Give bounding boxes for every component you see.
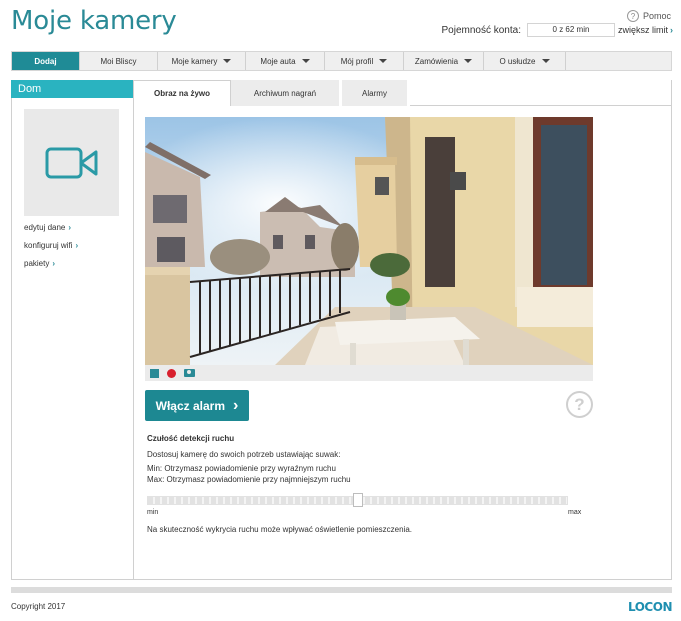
chevron-right-icon: › xyxy=(233,396,239,414)
nav-label: Dodaj xyxy=(34,56,57,66)
link-label: pakiety xyxy=(24,259,50,268)
footer-divider xyxy=(11,587,672,593)
alarm-button-label: Włącz alarm xyxy=(155,398,226,413)
tab-label: Alarmy xyxy=(362,88,387,98)
configure-wifi-link[interactable]: konfiguruj wifi › xyxy=(24,241,78,250)
question-icon[interactable]: ? xyxy=(566,391,593,418)
nav-item-moi-bliscy[interactable]: Moi Bliscy xyxy=(80,52,158,70)
nav-label: Moje kamery xyxy=(171,56,218,66)
nav-label: Mój profil xyxy=(340,56,374,66)
sensitivity-title: Czułość detekcji ruchu xyxy=(147,434,235,443)
nav-item-dodaj[interactable]: Dodaj xyxy=(12,52,80,70)
stop-icon[interactable] xyxy=(150,368,159,378)
slider-max-label: max xyxy=(568,509,582,516)
nav-item-o-usludze[interactable]: O usłudze xyxy=(484,52,566,70)
sidebar-title: Dom xyxy=(11,80,133,98)
video-camera-icon xyxy=(45,147,97,178)
camera-thumbnail[interactable] xyxy=(24,109,119,216)
caret-down-icon xyxy=(379,59,388,63)
slider-min-label: min xyxy=(147,509,159,516)
caret-down-icon xyxy=(301,59,310,63)
page-title: Moje kamery xyxy=(11,6,177,36)
increase-limit-label: zwiększ limit xyxy=(617,25,668,35)
sensitivity-max-text: Max: Otrzymasz powiadomienie przy najmni… xyxy=(147,475,351,484)
record-icon[interactable] xyxy=(167,368,176,378)
sensitivity-min-text: Min: Otrzymasz powiadomienie przy wyraźn… xyxy=(147,464,336,473)
nav-label: O usłudze xyxy=(499,56,536,66)
tab-label: Archiwum nagrań xyxy=(253,88,317,98)
nav-item-zamowienia[interactable]: Zamówienia xyxy=(404,52,484,70)
link-label: edytuj dane xyxy=(24,223,66,232)
help-label: Pomoc xyxy=(642,11,671,21)
quota-value: 0 z 62 min xyxy=(526,23,615,37)
caret-down-icon xyxy=(223,59,232,63)
help-link[interactable]: ? Pomoc xyxy=(626,10,671,22)
chevron-right-icon: › xyxy=(68,223,72,232)
sensitivity-slider-thumb[interactable] xyxy=(352,493,363,507)
chevron-right-icon: › xyxy=(52,259,56,268)
lighting-note: Na skuteczność wykrycia ruchu może wpływ… xyxy=(147,525,412,534)
chevron-right-icon: › xyxy=(75,241,79,250)
chevron-right-icon: › xyxy=(670,25,673,35)
tab-live-view[interactable]: Obraz na żywo xyxy=(133,80,231,106)
nav-label: Moi Bliscy xyxy=(100,56,137,66)
locon-logo[interactable]: LOCON xyxy=(628,600,672,614)
enable-alarm-button[interactable]: Włącz alarm › xyxy=(145,390,249,421)
caret-down-icon xyxy=(464,59,473,63)
account-quota: Pojemność konta: 0 z 62 min zwiększ limi… xyxy=(441,23,673,37)
packages-link[interactable]: pakiety › xyxy=(24,259,55,268)
caret-down-icon xyxy=(541,59,550,63)
tab-recordings-archive[interactable]: Archiwum nagrań xyxy=(231,80,342,106)
nav-item-moje-kamery[interactable]: Moje kamery xyxy=(158,52,246,70)
snapshot-icon[interactable] xyxy=(184,369,195,377)
copyright: Copyright 2017 xyxy=(11,602,66,611)
increase-limit-link[interactable]: zwiększ limit › xyxy=(618,25,673,35)
link-label: konfiguruj wifi xyxy=(24,241,73,250)
nav-item-moje-auta[interactable]: Moje auta xyxy=(246,52,325,70)
main-nav: Dodaj Moi Bliscy Moje kamery Moje auta M… xyxy=(11,51,672,71)
tab-label: Obraz na żywo xyxy=(153,89,210,98)
nav-label: Moje auta xyxy=(260,56,296,66)
video-controls xyxy=(145,365,593,381)
quota-label: Pojemność konta: xyxy=(441,24,521,36)
edit-data-link[interactable]: edytuj dane › xyxy=(24,223,71,232)
live-video-feed[interactable] xyxy=(145,117,593,365)
nav-label: Zamówienia xyxy=(414,56,459,66)
sensitivity-description: Dostosuj kamerę do swoich potrzeb ustawi… xyxy=(147,450,341,459)
help-icon: ? xyxy=(626,10,639,22)
nav-item-moj-profil[interactable]: Mój profil xyxy=(325,52,404,70)
tab-alarms[interactable]: Alarmy xyxy=(342,80,410,106)
tab-bar: Obraz na żywo Archiwum nagrań Alarmy xyxy=(133,80,410,106)
video-frame-image xyxy=(145,117,593,365)
